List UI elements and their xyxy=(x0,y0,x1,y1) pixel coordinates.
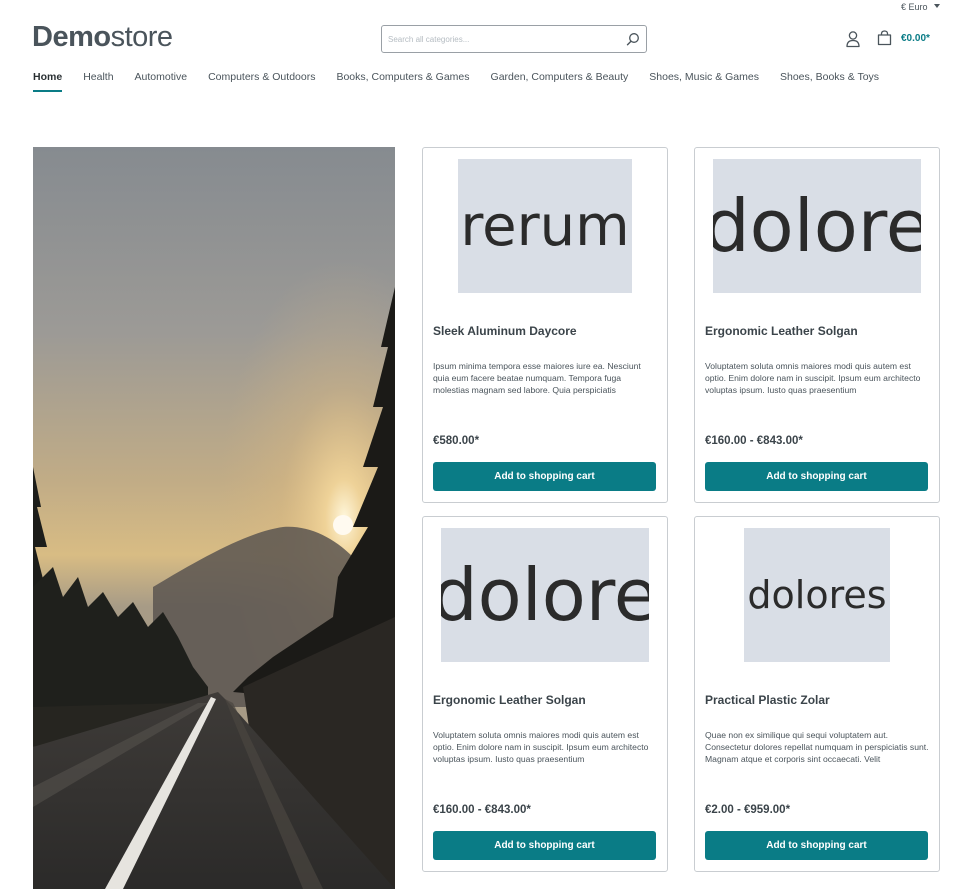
product-image-wrap: dolore xyxy=(695,159,939,293)
nav-item-shoes-books-toys[interactable]: Shoes, Books & Toys xyxy=(780,70,879,92)
product-image-text: dolore xyxy=(713,184,921,268)
nav-item-health[interactable]: Health xyxy=(83,70,113,92)
search-input[interactable] xyxy=(382,26,620,52)
nav-item-automotive[interactable]: Automotive xyxy=(135,70,188,92)
nav-item-shoes-music-games[interactable]: Shoes, Music & Games xyxy=(649,70,759,92)
search-icon xyxy=(626,33,639,46)
product-image-text: rerum xyxy=(460,193,630,259)
product-card: dolore Ergonomic Leather Solgan Voluptat… xyxy=(694,147,940,503)
product-image-text: dolore xyxy=(441,553,649,637)
product-description: Voluptatem soluta omnis maiores modi qui… xyxy=(705,361,921,395)
search-button[interactable] xyxy=(620,26,646,52)
product-description: Ipsum minima tempora esse maiores iure e… xyxy=(433,361,641,395)
product-image-wrap: dolores xyxy=(695,528,939,662)
add-to-cart-button[interactable]: Add to shopping cart xyxy=(705,831,928,860)
logo-light-text: store xyxy=(110,21,173,53)
product-card: rerum Sleek Aluminum Daycore Ipsum minim… xyxy=(422,147,668,503)
add-to-cart-button[interactable]: Add to shopping cart xyxy=(705,462,928,491)
product-image[interactable]: dolore xyxy=(713,159,921,293)
product-image-wrap: dolore xyxy=(423,528,667,662)
add-to-cart-button[interactable]: Add to shopping cart xyxy=(433,831,656,860)
nav-item-books-computers-games[interactable]: Books, Computers & Games xyxy=(336,70,469,92)
logo-bold-text: Demo xyxy=(32,21,111,53)
nav-item-computers-outdoors[interactable]: Computers & Outdoors xyxy=(208,70,315,92)
currency-dropdown[interactable]: € Euro xyxy=(901,2,940,12)
chevron-down-icon xyxy=(933,4,940,8)
product-price: €580.00* xyxy=(433,435,480,447)
user-icon xyxy=(846,31,860,48)
account-button[interactable] xyxy=(845,30,861,48)
currency-label: € Euro xyxy=(901,2,928,12)
cart-button[interactable]: €0.00* xyxy=(877,30,930,46)
cart-total: €0.00* xyxy=(901,32,930,44)
product-description: Voluptatem soluta omnis maiores modi qui… xyxy=(433,730,649,764)
main-navigation: Home Health Automotive Computers & Outdo… xyxy=(33,70,900,92)
search-bar xyxy=(381,25,647,53)
product-price: €2.00 - €959.00* xyxy=(705,804,791,816)
nav-item-garden-computers-beauty[interactable]: Garden, Computers & Beauty xyxy=(491,70,629,92)
product-price: €160.00 - €843.00* xyxy=(705,435,803,447)
hero-image xyxy=(33,147,395,889)
product-card: dolores Practical Plastic Zolar Quae non… xyxy=(694,516,940,872)
shopping-bag-icon xyxy=(877,30,892,46)
store-logo[interactable]: Demostore xyxy=(32,20,173,54)
product-name[interactable]: Practical Plastic Zolar xyxy=(705,693,830,707)
product-image[interactable]: dolores xyxy=(744,528,890,662)
add-to-cart-button[interactable]: Add to shopping cart xyxy=(433,462,656,491)
product-image[interactable]: rerum xyxy=(458,159,632,293)
product-name[interactable]: Ergonomic Leather Solgan xyxy=(433,693,586,707)
product-card: dolore Ergonomic Leather Solgan Voluptat… xyxy=(422,516,668,872)
product-image-text: dolores xyxy=(747,573,887,617)
product-price: €160.00 - €843.00* xyxy=(433,804,531,816)
product-description: Quae non ex similique qui sequi voluptat… xyxy=(705,730,929,764)
product-image[interactable]: dolore xyxy=(441,528,649,662)
nav-item-home[interactable]: Home xyxy=(33,70,63,92)
product-image-wrap: rerum xyxy=(423,159,667,293)
product-name[interactable]: Ergonomic Leather Solgan xyxy=(705,324,858,338)
product-name[interactable]: Sleek Aluminum Daycore xyxy=(433,324,577,338)
